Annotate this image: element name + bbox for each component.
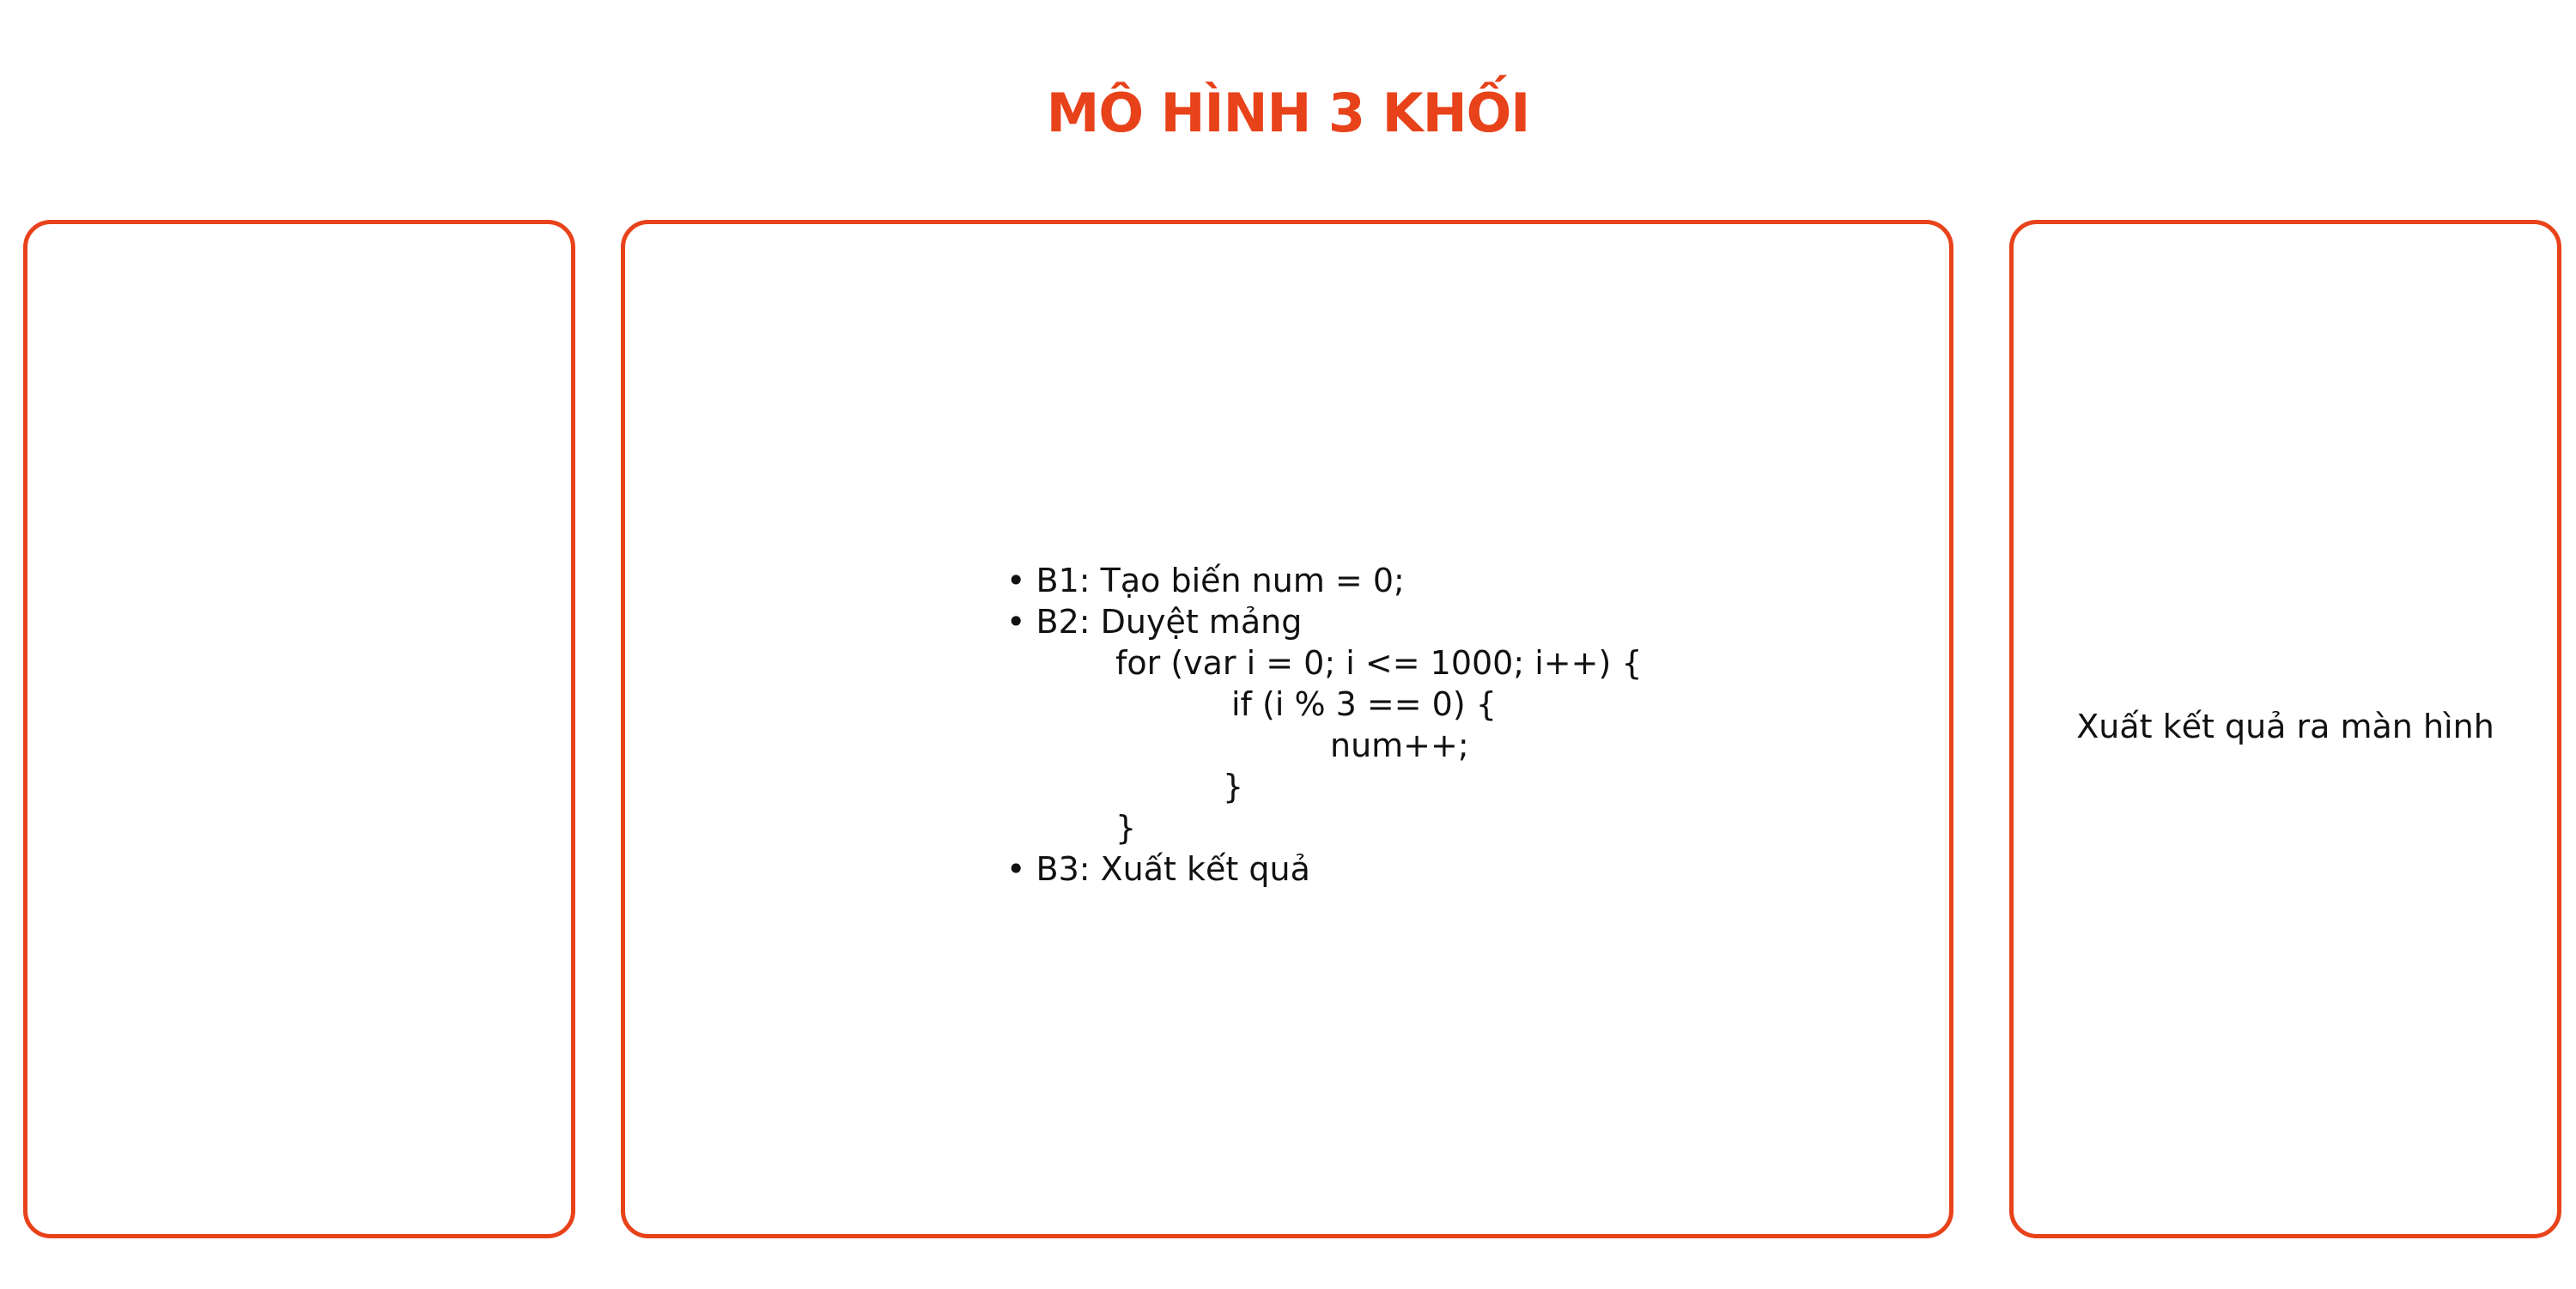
code-close-if: } (1223, 768, 1244, 806)
step-2: • B2: Duyệt mảng (1006, 603, 1303, 641)
code-close-for: } (1115, 809, 1137, 847)
step-3: • B3: Xuất kết quả (1006, 850, 1310, 888)
output-label: Xuất kết quả ra màn hình (2076, 708, 2494, 745)
step-1: • B1: Tạo biến num = 0; (1006, 562, 1405, 599)
code-increment: num++; (1330, 727, 1469, 764)
process-block (621, 220, 1953, 1238)
diagram-title: MÔ HÌNH 3 KHỐI (1046, 82, 1531, 144)
code-if-statement: if (i % 3 == 0) { (1231, 685, 1497, 723)
input-block (23, 220, 575, 1238)
code-for-loop: for (var i = 0; i <= 1000; i++) { (1115, 644, 1643, 682)
